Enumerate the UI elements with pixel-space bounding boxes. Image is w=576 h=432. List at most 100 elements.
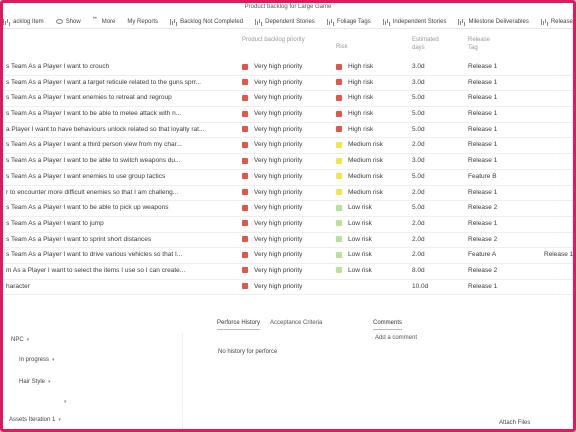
release-cell[interactable]: Release 1 — [468, 141, 497, 148]
release-cell[interactable]: Release 1 — [468, 94, 497, 101]
table-row[interactable]: s Team As a Player I want a third person… — [3, 138, 573, 155]
toolbar-item[interactable]: Milestone Deliverables — [458, 18, 529, 25]
table-row[interactable]: s Team As a Player I want a target retic… — [3, 76, 573, 92]
release-cell[interactable]: Release 2 — [468, 236, 497, 243]
story-title[interactable]: s Team As a Player I want to be able to … — [6, 110, 236, 117]
add-comment-input[interactable]: Add a comment — [375, 335, 417, 341]
estimate-cell[interactable]: 5.0d — [412, 126, 425, 133]
table-row[interactable]: s Team As a Player I want enemies to use… — [3, 170, 573, 186]
toolbar-item[interactable]: Backlog Not Completed — [170, 18, 243, 25]
risk-cell[interactable]: High risk — [336, 79, 373, 86]
priority-cell[interactable]: Very high priority — [242, 79, 302, 86]
risk-cell[interactable]: Medium risk — [336, 141, 383, 148]
estimate-cell[interactable]: 5.0d — [412, 110, 425, 117]
risk-cell[interactable]: Low risk — [336, 267, 372, 274]
priority-cell[interactable]: Very high priority — [242, 283, 302, 290]
release-cell[interactable]: Release 2 — [468, 267, 497, 274]
story-title[interactable]: s Team As a Player I want to sprint shor… — [6, 236, 236, 243]
table-row[interactable]: s Team As a Player I want to be able to … — [3, 154, 573, 170]
table-row[interactable]: a Player I want to have behaviours unloc… — [3, 123, 573, 139]
estimate-cell[interactable]: 2.0d — [412, 251, 425, 258]
toolbar-item[interactable]: Dependent Stories — [255, 18, 315, 25]
status-field[interactable]: In progress ▾ — [19, 357, 55, 363]
column-header-release[interactable]: Release Tag — [468, 36, 498, 52]
priority-cell[interactable]: Very high priority — [242, 110, 302, 117]
priority-cell[interactable]: Very high priority — [242, 220, 302, 227]
estimate-cell[interactable]: 2.0d — [412, 220, 425, 227]
table-row[interactable]: s Team As a Player I want to crouch Very … — [3, 60, 573, 76]
risk-cell[interactable]: High risk — [336, 110, 373, 117]
table-row[interactable]: r to encounter more difficult enemies so… — [3, 186, 573, 202]
story-title[interactable]: a Player I want to have behaviours unloc… — [6, 126, 236, 133]
risk-cell[interactable]: Medium risk — [336, 173, 383, 180]
table-row[interactable]: s Team As a Player I want to jump Very hi… — [3, 217, 573, 233]
story-title[interactable]: s Team As a Player I want to be able to … — [6, 204, 236, 211]
story-title[interactable]: s Team As a Player I want enemies to ret… — [6, 94, 236, 101]
table-row[interactable]: m As a Player I want to select the items… — [3, 264, 573, 280]
priority-cell[interactable]: Very high priority — [242, 94, 302, 101]
column-header-estimate[interactable]: Estimated days — [412, 36, 452, 52]
hair-style-field[interactable]: Hair Style ▾ — [19, 379, 51, 385]
estimate-cell[interactable]: 3.0d — [412, 79, 425, 86]
story-title[interactable]: s Team As a Player I want to drive vario… — [6, 251, 236, 258]
priority-cell[interactable]: Very high priority — [242, 267, 302, 274]
toolbar-item[interactable]: Release 1 — [540, 18, 573, 25]
table-row[interactable]: s Team As a Player I want to be able to … — [3, 201, 573, 217]
toolbar-item[interactable]: More — [93, 16, 116, 25]
story-title[interactable]: s Team As a Player I want enemies to use… — [6, 173, 236, 180]
toolbar-item[interactable]: My Reports — [127, 19, 158, 25]
priority-cell[interactable]: Very high priority — [242, 236, 302, 243]
estimate-cell[interactable]: 8.0d — [412, 267, 425, 274]
estimate-cell[interactable]: 5.0d — [412, 204, 425, 211]
toolbar-item[interactable]: Show — [55, 19, 81, 25]
tab-acceptance-criteria[interactable]: Acceptance Criteria — [270, 320, 322, 330]
priority-cell[interactable]: Very high priority — [242, 126, 302, 133]
table-row[interactable]: s Team As a Player I want to drive vario… — [3, 248, 573, 264]
empty-field[interactable]: ▾ — [61, 399, 67, 405]
toolbar-item[interactable]: Foliage Tags — [326, 18, 371, 25]
tab-perforce-history[interactable]: Perforce History — [217, 320, 261, 330]
priority-cell[interactable]: Very high priority — [242, 204, 302, 211]
release-cell[interactable]: Release 1 — [468, 63, 497, 70]
toolbar-item[interactable]: acklog Item — [3, 18, 44, 25]
estimate-cell[interactable]: 2.0d — [412, 236, 425, 243]
risk-cell[interactable]: High risk — [336, 94, 373, 101]
risk-cell[interactable]: Low risk — [336, 204, 372, 211]
table-row[interactable]: s Team As a Player I want to sprint shor… — [3, 233, 573, 249]
estimate-cell[interactable]: 3.0d — [412, 157, 425, 164]
table-row[interactable]: s Team As a Player I want enemies to ret… — [3, 91, 573, 108]
story-title[interactable]: haracter — [6, 283, 236, 290]
priority-cell[interactable]: Very high priority — [242, 157, 302, 164]
estimate-cell[interactable]: 3.0d — [412, 63, 425, 70]
npc-field[interactable]: NPC ▾ — [11, 337, 29, 343]
attach-files-button[interactable]: Attach Files — [499, 420, 530, 426]
estimate-cell[interactable]: 5.0d — [412, 173, 425, 180]
risk-cell[interactable]: Medium risk — [336, 157, 383, 164]
priority-cell[interactable]: Very high priority — [242, 173, 302, 180]
release-cell[interactable]: Release 1 — [468, 283, 497, 290]
release-cell[interactable]: Release 1 — [468, 157, 497, 164]
estimate-cell[interactable]: 2.0d — [412, 189, 425, 196]
story-title[interactable]: r to encounter more difficult enemies so… — [6, 189, 236, 196]
risk-cell[interactable]: High risk — [336, 126, 373, 133]
story-title[interactable]: s Team As a Player I want to jump — [6, 220, 236, 227]
release-cell[interactable]: Release 1 — [468, 79, 497, 86]
story-title[interactable]: s Team As a Player I want to be able to … — [6, 157, 236, 164]
release-cell[interactable]: Release 2 — [468, 204, 497, 211]
toolbar-item[interactable]: Independent Stories — [382, 18, 446, 25]
table-row[interactable]: s Team As a Player I want to be able to … — [3, 107, 573, 123]
priority-cell[interactable]: Very high priority — [242, 251, 302, 258]
estimate-cell[interactable]: 2.0d — [412, 141, 425, 148]
release-cell[interactable]: Feature A — [468, 251, 496, 258]
priority-cell[interactable]: Very high priority — [242, 189, 302, 196]
release-cell[interactable]: Release 1 — [468, 126, 497, 133]
release-cell[interactable]: Release 1 — [468, 110, 497, 117]
story-title[interactable]: s Team As a Player I want a target retic… — [6, 79, 236, 86]
estimate-cell[interactable]: 5.0d — [412, 94, 425, 101]
priority-cell[interactable]: Very high priority — [242, 63, 302, 70]
release-cell[interactable]: Release 1 — [468, 189, 497, 196]
story-title[interactable]: m As a Player I want to select the items… — [6, 267, 236, 274]
column-header-risk[interactable]: Risk — [336, 43, 348, 51]
risk-cell[interactable]: High risk — [336, 63, 373, 70]
risk-cell[interactable]: Low risk — [336, 220, 372, 227]
